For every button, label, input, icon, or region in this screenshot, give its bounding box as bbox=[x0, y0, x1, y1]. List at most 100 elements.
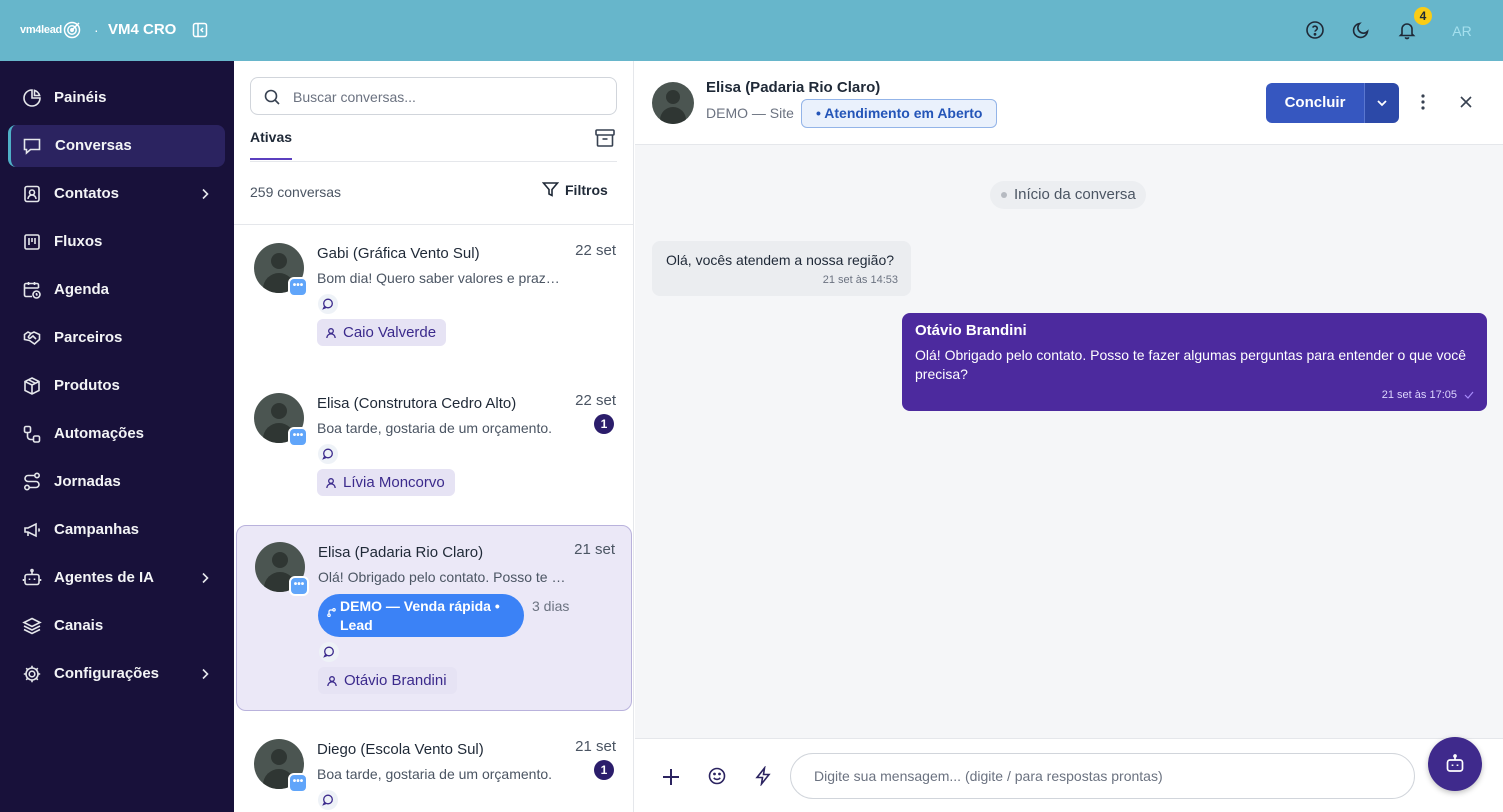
conclude-button[interactable]: Concluir bbox=[1266, 83, 1364, 123]
sidebar-item-label: Automações bbox=[54, 425, 145, 442]
chat-bubble-icon bbox=[318, 294, 338, 314]
chat-bubble-icon bbox=[318, 444, 338, 464]
chat-icon bbox=[23, 138, 41, 155]
conversation-count: 259 conversas bbox=[250, 184, 342, 200]
ai-assistant-button[interactable] bbox=[1428, 737, 1482, 791]
dark-mode-icon[interactable] bbox=[1351, 20, 1371, 40]
conversation-date: 21 set bbox=[575, 738, 616, 755]
active-tab-indicator bbox=[250, 158, 292, 160]
calendar-clock-icon bbox=[23, 282, 41, 299]
package-icon bbox=[24, 377, 40, 395]
more-vertical-icon[interactable] bbox=[1415, 93, 1431, 111]
sidebar-item-label: Produtos bbox=[54, 377, 120, 394]
sidebar-item-configuracoes[interactable]: Configurações bbox=[8, 653, 225, 695]
filters-button[interactable]: Filtros bbox=[542, 181, 608, 198]
tab-ativas[interactable]: Ativas bbox=[250, 129, 292, 145]
sidebar-item-label: Conversas bbox=[55, 137, 132, 154]
assigned-agent-tag[interactable]: Lívia Moncorvo bbox=[317, 469, 455, 496]
target-icon bbox=[63, 21, 81, 39]
search-input[interactable] bbox=[293, 87, 603, 107]
assigned-agent-tag[interactable]: Caio Valverde bbox=[317, 319, 447, 346]
flow-stage-pill[interactable]: DEMO — Venda rápida • Lead bbox=[318, 594, 524, 637]
webchat-channel-icon: ••• bbox=[288, 773, 308, 793]
message-text: Olá! Obrigado pelo contato. Posso te faz… bbox=[915, 347, 1467, 382]
status-badge[interactable]: • Atendimento em Aberto bbox=[801, 99, 998, 128]
chevron-right-icon bbox=[202, 188, 209, 200]
agent-name: Caio Valverde bbox=[343, 324, 437, 341]
user-avatar[interactable]: AR bbox=[1447, 16, 1477, 46]
chevron-right-icon bbox=[202, 572, 209, 584]
message-preview: Bom dia! Quero saber valores e prazos pa… bbox=[317, 270, 567, 286]
list-divider bbox=[234, 224, 633, 225]
conversation-list-panel: Ativas 259 conversas Filtros ••• Gabi (G… bbox=[234, 61, 634, 812]
sidebar-item-label: Contatos bbox=[54, 185, 119, 202]
sidebar-item-fluxos[interactable]: Fluxos bbox=[8, 221, 225, 263]
conversation-item[interactable]: ••• Elisa (Construtora Cedro Alto) 22 se… bbox=[236, 377, 632, 523]
megaphone-icon bbox=[24, 522, 40, 538]
chat-bubble-icon bbox=[318, 790, 338, 810]
message-timestamp: 21 set às 17:05 bbox=[1381, 389, 1457, 401]
notifications-bell-icon[interactable] bbox=[1397, 20, 1417, 40]
close-icon[interactable] bbox=[1458, 94, 1474, 110]
conversation-item-selected[interactable]: ••• Elisa (Padaria Rio Claro) 21 set Olá… bbox=[236, 525, 632, 711]
conversation-item[interactable]: ••• Gabi (Gráfica Vento Sul) 22 set Bom … bbox=[236, 227, 632, 373]
contact-name[interactable]: Elisa (Padaria Rio Claro) bbox=[706, 79, 880, 96]
bot-icon bbox=[22, 568, 42, 586]
notification-count-badge: 4 bbox=[1414, 7, 1432, 25]
message-timestamp: 21 set às 14:53 bbox=[822, 274, 898, 286]
sidebar-item-canais[interactable]: Canais bbox=[8, 605, 225, 647]
conversation-item[interactable]: ••• Diego (Escola Vento Sul) 21 set Boa … bbox=[236, 723, 632, 812]
webchat-channel-icon: ••• bbox=[289, 576, 309, 596]
sidebar-item-label: Canais bbox=[54, 617, 104, 634]
kanban-icon bbox=[24, 234, 40, 250]
sidebar-item-produtos[interactable]: Produtos bbox=[8, 365, 225, 407]
sidebar-item-campanhas[interactable]: Campanhas bbox=[8, 509, 225, 551]
flow-stage-label: DEMO — Venda rápida • Lead bbox=[340, 598, 500, 633]
sidebar-item-conversas[interactable]: Conversas bbox=[8, 125, 225, 167]
sidebar-item-label: Parceiros bbox=[54, 329, 123, 346]
workflow-icon bbox=[23, 425, 41, 443]
logo-text: vm4lead bbox=[20, 24, 62, 36]
gear-icon bbox=[23, 665, 41, 683]
conversation-date: 21 set bbox=[574, 541, 615, 558]
sidebar-item-label: Campanhas bbox=[54, 521, 140, 538]
search-icon bbox=[264, 89, 280, 105]
workspace-name[interactable]: VM4 CRO bbox=[108, 21, 176, 38]
assigned-agent-tag[interactable]: Otávio Brandini bbox=[318, 667, 457, 694]
search-box[interactable] bbox=[250, 77, 617, 115]
sidebar-item-parceiros[interactable]: Parceiros bbox=[8, 317, 225, 359]
tabs-divider bbox=[250, 161, 617, 162]
conclude-dropdown-button[interactable] bbox=[1364, 83, 1399, 123]
agent-name: Otávio Brandini bbox=[344, 672, 447, 689]
message-input[interactable] bbox=[790, 753, 1415, 799]
add-attachment-icon[interactable] bbox=[660, 766, 682, 788]
contact-avatar[interactable] bbox=[652, 82, 694, 124]
flow-stage-age: 3 dias bbox=[532, 598, 570, 614]
archive-icon[interactable] bbox=[594, 127, 616, 149]
help-icon[interactable] bbox=[1305, 20, 1325, 40]
contacts-icon bbox=[24, 185, 40, 203]
agent-name: Lívia Moncorvo bbox=[343, 474, 445, 491]
webchat-channel-icon: ••• bbox=[288, 277, 308, 297]
filter-icon bbox=[542, 182, 559, 197]
app-logo[interactable]: vm4lead bbox=[20, 18, 81, 42]
sidebar-item-agenda[interactable]: Agenda bbox=[8, 269, 225, 311]
brand-separator: · bbox=[94, 22, 99, 38]
sidebar-item-contatos[interactable]: Contatos bbox=[8, 173, 225, 215]
outgoing-message: Otávio Brandini Olá! Obrigado pelo conta… bbox=[902, 313, 1487, 411]
quick-replies-lightning-icon[interactable] bbox=[753, 766, 773, 786]
sidebar-toggle-icon[interactable] bbox=[192, 22, 208, 38]
chat-panel: Elisa (Padaria Rio Claro) DEMO — Site • … bbox=[635, 61, 1503, 812]
webchat-channel-icon: ••• bbox=[288, 427, 308, 447]
sidebar-item-automacoes[interactable]: Automações bbox=[8, 413, 225, 455]
emoji-icon[interactable] bbox=[707, 766, 727, 786]
route-icon bbox=[23, 472, 41, 491]
message-text: Olá, vocês atendem a nossa região? bbox=[666, 252, 895, 268]
sidebar-item-agentes-ia[interactable]: Agentes de IA bbox=[8, 557, 225, 599]
contact-name: Gabi (Gráfica Vento Sul) bbox=[317, 245, 480, 262]
branch-icon bbox=[327, 608, 336, 617]
sidebar-item-jornadas[interactable]: Jornadas bbox=[8, 461, 225, 503]
sidebar-item-label: Painéis bbox=[54, 89, 107, 106]
chat-header: Elisa (Padaria Rio Claro) DEMO — Site • … bbox=[635, 61, 1503, 145]
sidebar-item-paineis[interactable]: Painéis bbox=[8, 77, 225, 119]
